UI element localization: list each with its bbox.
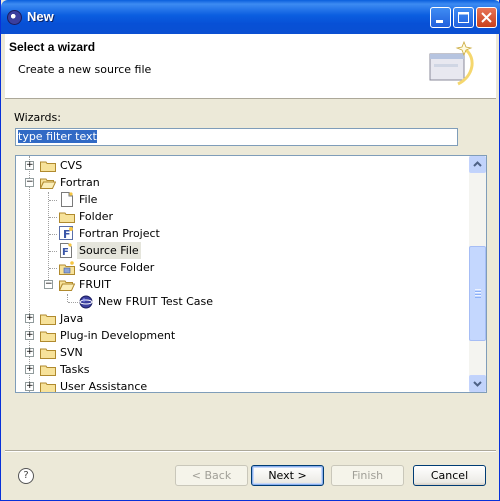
wizard-tree[interactable]: + CVS − Fortran File Folder F Fortran Pr… xyxy=(15,155,487,393)
tree-connector xyxy=(67,294,68,302)
title-bar[interactable]: New xyxy=(1,0,500,34)
minimize-button[interactable] xyxy=(430,7,451,28)
filter-text: type filter text xyxy=(18,130,97,143)
footer-separator xyxy=(5,450,496,452)
scroll-thumb[interactable] xyxy=(469,246,486,341)
tree-connector xyxy=(49,200,57,201)
page-title: Select a wizard xyxy=(9,40,96,54)
wizard-header: Select a wizard Create a new source file xyxy=(5,34,496,99)
cancel-button[interactable]: Cancel xyxy=(413,465,486,486)
help-button[interactable]: ? xyxy=(18,468,34,484)
collapse-icon[interactable]: − xyxy=(44,280,53,289)
folder-icon xyxy=(40,314,56,325)
chevron-up-icon xyxy=(473,161,482,167)
tree-item-label: Folder xyxy=(79,210,113,223)
new-wizard-dialog: New Select a wizard Create a new source … xyxy=(0,0,500,501)
scroll-up-button[interactable] xyxy=(469,156,486,173)
tree-scrollbar[interactable] xyxy=(469,156,486,392)
tree-item-label: CVS xyxy=(60,159,83,172)
tree-item-label: Plug-in Development xyxy=(60,329,176,342)
fruit-test-case-icon xyxy=(79,295,93,309)
file-icon xyxy=(61,192,73,207)
tree-item-label: Fortran Project xyxy=(79,227,160,240)
folder-icon xyxy=(40,365,56,376)
tree-item-label: New FRUIT Test Case xyxy=(98,295,214,308)
scroll-down-button[interactable] xyxy=(469,375,486,392)
folder-icon xyxy=(59,212,75,223)
tree-item-label: Java xyxy=(60,312,84,325)
tree-item-label: Source File xyxy=(77,242,141,259)
svg-text:F: F xyxy=(62,247,69,258)
tree-connector xyxy=(48,192,49,284)
folder-icon xyxy=(40,161,56,172)
expand-icon[interactable]: + xyxy=(25,365,34,374)
next-button[interactable]: Next > xyxy=(251,465,324,486)
tree-item-label: User Assistance xyxy=(60,380,148,393)
expand-icon[interactable]: + xyxy=(25,348,34,357)
fortran-source-file-icon: F xyxy=(60,243,72,258)
tree-item-label: Tasks xyxy=(60,363,90,376)
back-button[interactable]: < Back xyxy=(175,465,248,486)
expand-icon[interactable]: + xyxy=(25,161,34,170)
tree-connector xyxy=(49,251,57,252)
folder-icon xyxy=(40,348,56,359)
finish-button[interactable]: Finish xyxy=(331,465,404,486)
grip xyxy=(475,295,481,298)
tree-connector xyxy=(49,217,57,218)
tree-item-label: Source Folder xyxy=(79,261,155,274)
folder-open-icon xyxy=(59,280,75,291)
minimize-icon xyxy=(436,20,443,23)
filter-input[interactable]: type filter text xyxy=(15,128,458,146)
source-folder-icon xyxy=(59,261,75,275)
tree-item-label: FRUIT xyxy=(79,278,111,291)
tree-connector xyxy=(49,234,57,235)
folder-icon xyxy=(40,382,56,392)
tree-item-label: SVN xyxy=(60,346,83,359)
expand-icon[interactable]: + xyxy=(25,382,34,391)
tree-item-label: Fortran xyxy=(60,176,100,189)
maximize-button[interactable] xyxy=(453,7,474,28)
wizards-label: Wizards: xyxy=(14,111,61,124)
folder-open-icon xyxy=(40,178,56,189)
tree-connector xyxy=(49,268,57,269)
tree-item-label: File xyxy=(79,193,98,206)
page-description: Create a new source file xyxy=(18,63,152,76)
close-button[interactable] xyxy=(476,7,497,28)
expand-icon[interactable]: + xyxy=(25,331,34,340)
collapse-icon[interactable]: − xyxy=(25,178,34,187)
close-icon xyxy=(481,12,492,23)
new-wizard-banner-icon xyxy=(429,40,474,86)
window-title: New xyxy=(27,9,54,24)
folder-icon xyxy=(40,331,56,342)
fortran-project-icon: F xyxy=(59,226,73,241)
expand-icon[interactable]: + xyxy=(25,314,34,323)
chevron-down-icon xyxy=(473,381,482,387)
eclipse-icon xyxy=(7,10,22,25)
maximize-icon xyxy=(458,12,469,23)
